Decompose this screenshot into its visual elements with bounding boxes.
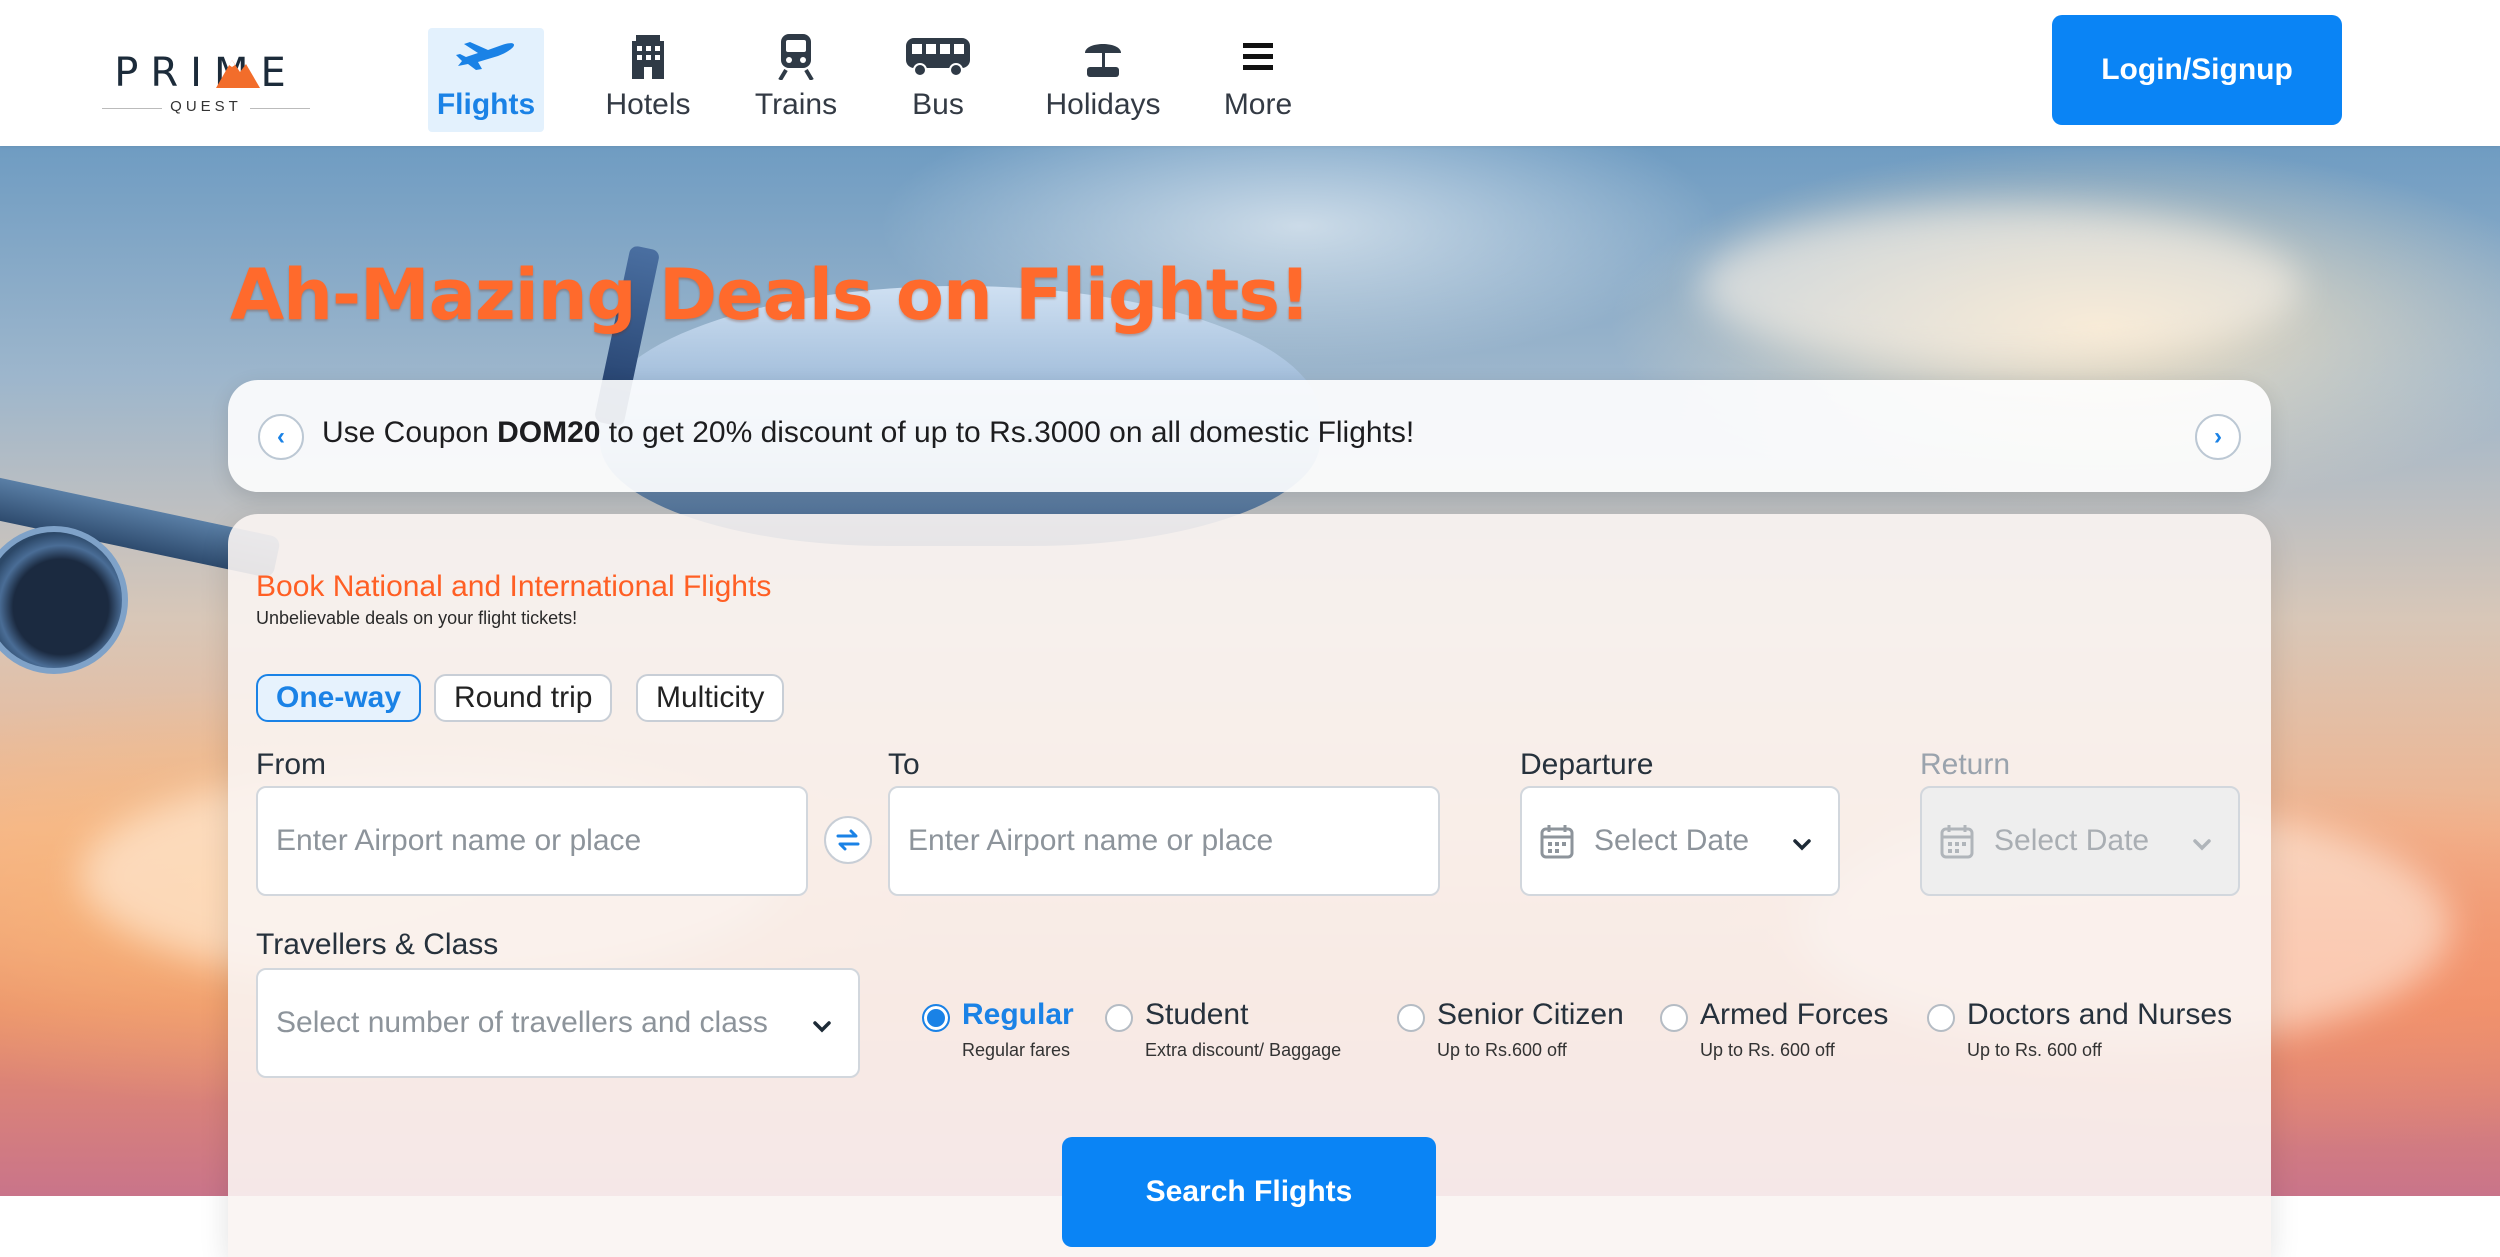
trip-type-one-way[interactable]: One-way — [256, 674, 422, 722]
fare-description: Up to Rs.600 off — [1437, 1040, 1567, 1060]
hotel-icon — [628, 28, 668, 84]
to-label: To — [888, 748, 920, 781]
hero-title: Ah-Mazing Deals on Flights! — [230, 254, 1311, 336]
search-flights-button[interactable]: Search Flights — [1062, 1137, 1436, 1247]
chevron-down-icon — [812, 1008, 832, 1042]
nav-label-flights: Flights — [436, 88, 536, 121]
travellers-placeholder: Select number of travellers and class — [276, 1006, 768, 1039]
nav-item-holidays[interactable]: Holidays — [1040, 28, 1166, 132]
hero-cloud — [1700, 206, 2300, 366]
coupon-message: Use Coupon DOM20 to get 20% discount of … — [322, 416, 1414, 450]
radio-button[interactable] — [1660, 1004, 1688, 1032]
return-placeholder: Select Date — [1994, 824, 2150, 857]
airplane-icon — [454, 28, 518, 84]
nav-label-trains: Trains — [754, 88, 838, 121]
fare-description: Up to Rs. 600 off — [1700, 1040, 1835, 1060]
beach-umbrella-icon — [1081, 28, 1125, 84]
fare-name: Armed Forces — [1700, 998, 1889, 1031]
fare-name: Senior Citizen — [1437, 998, 1624, 1031]
radio-button[interactable] — [922, 1004, 950, 1032]
swap-icon[interactable] — [824, 816, 872, 864]
from-placeholder: Enter Airport name or place — [276, 824, 642, 857]
departure-label: Departure — [1520, 748, 1654, 781]
radio-button[interactable] — [1927, 1004, 1955, 1032]
hero-airplane-engine — [0, 526, 128, 674]
nav-item-hotels[interactable]: Hotels — [598, 28, 698, 132]
nav-label-hotels: Hotels — [605, 88, 691, 121]
nav-label-bus: Bus — [912, 88, 964, 121]
nav-item-flights[interactable]: Flights — [428, 28, 544, 132]
departure-placeholder: Select Date — [1594, 824, 1750, 857]
fare-name: Student — [1145, 998, 1249, 1031]
nav-item-more[interactable]: More — [1218, 28, 1298, 132]
login-signup-button[interactable]: Login/Signup — [2052, 15, 2342, 125]
fare-description: Regular fares — [962, 1040, 1071, 1060]
chevron-left-icon[interactable]: ‹ — [258, 414, 304, 460]
bus-icon — [904, 28, 972, 84]
coupon-carousel: ‹ Use Coupon DOM20 to get 20% discount o… — [228, 380, 2271, 492]
fare-description: Extra discount/ Baggage — [1145, 1040, 1342, 1060]
trip-type-round-trip[interactable]: Round trip — [434, 674, 613, 722]
fare-name: Regular — [962, 998, 1074, 1031]
return-label: Return — [1920, 748, 2011, 781]
menu-icon — [1241, 28, 1275, 84]
return-date-picker: Select Date — [1920, 786, 2240, 896]
from-label: From — [256, 748, 326, 781]
fare-name: Doctors and Nurses — [1967, 998, 2233, 1031]
radio-button[interactable] — [1397, 1004, 1425, 1032]
chevron-down-icon — [2192, 826, 2212, 860]
travellers-class-select[interactable]: Select number of travellers and class — [256, 968, 860, 1078]
logo-wordmark: PRIME — [114, 50, 298, 96]
chevron-right-icon[interactable]: › — [2195, 414, 2241, 460]
fare-description: Up to Rs. 600 off — [1967, 1040, 2102, 1060]
trip-type-multicity[interactable]: Multicity — [636, 674, 785, 722]
chevron-down-icon — [1792, 826, 1812, 860]
train-icon — [778, 28, 814, 84]
booking-subtitle: Unbelievable deals on your flight ticket… — [256, 608, 578, 628]
coupon-code: DOM20 — [497, 416, 601, 449]
travellers-label: Travellers & Class — [256, 928, 499, 961]
radio-button[interactable] — [1105, 1004, 1133, 1032]
calendar-icon — [1540, 823, 1574, 859]
to-placeholder: Enter Airport name or place — [908, 824, 1274, 857]
coupon-suffix: to get 20% discount of up to Rs.3000 on … — [600, 416, 1415, 449]
top-navigation-bar: PRIME QUEST Flights Hotels Trains Bus Ho… — [0, 0, 2500, 146]
nav-item-trains[interactable]: Trains — [746, 28, 846, 132]
logo-tagline: QUEST — [170, 98, 242, 115]
booking-title: Book National and International Flights — [256, 570, 772, 603]
mountain-logo-mark — [216, 60, 260, 88]
logo-divider-right — [250, 108, 310, 109]
to-input[interactable]: Enter Airport name or place — [888, 786, 1440, 896]
calendar-icon — [1940, 823, 1974, 859]
nav-label-more: More — [1223, 88, 1293, 121]
from-input[interactable]: Enter Airport name or place — [256, 786, 808, 896]
departure-date-picker[interactable]: Select Date — [1520, 786, 1840, 896]
prime-quest-logo[interactable]: PRIME QUEST — [98, 40, 314, 124]
coupon-prefix: Use Coupon — [322, 416, 498, 449]
nav-label-holidays: Holidays — [1045, 88, 1161, 121]
nav-item-bus[interactable]: Bus — [892, 28, 984, 132]
